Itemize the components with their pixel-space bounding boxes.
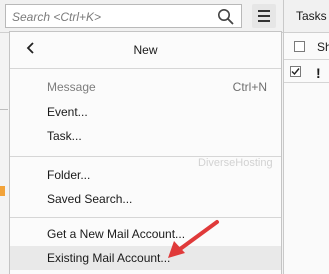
search-placeholder: Search <Ctrl+K> bbox=[12, 10, 102, 24]
new-submenu: New Message Ctrl+N Event... Task... Dive… bbox=[9, 31, 282, 274]
red-pointer-arrow-icon bbox=[168, 220, 219, 258]
menu-header: New bbox=[10, 32, 281, 68]
menu-item-label: Existing Mail Account... bbox=[47, 251, 171, 265]
tab-tasks[interactable]: Tasks bbox=[296, 9, 327, 23]
menu-item-message[interactable]: Message Ctrl+N bbox=[10, 75, 281, 99]
task-list-panel: Sh bbox=[284, 33, 329, 274]
menu-item-task[interactable]: Task... bbox=[10, 124, 281, 148]
task-list-header: Sh bbox=[284, 33, 329, 60]
select-all-checkbox[interactable] bbox=[294, 41, 305, 52]
menu-item-saved-search[interactable]: Saved Search... bbox=[10, 187, 281, 211]
task-checkbox[interactable] bbox=[290, 66, 301, 77]
menu-item-label: Saved Search... bbox=[47, 192, 133, 206]
menu-title: New bbox=[133, 43, 158, 57]
rss-feed-icon bbox=[0, 186, 5, 196]
menu-separator bbox=[10, 217, 281, 218]
hamburger-menu-icon[interactable] bbox=[252, 4, 276, 28]
menu-item-label: Folder... bbox=[47, 168, 91, 182]
menu-item-shortcut: Ctrl+N bbox=[232, 80, 267, 94]
menu-item-event[interactable]: Event... bbox=[10, 100, 281, 124]
menu-item-folder[interactable]: Folder... bbox=[10, 163, 281, 187]
main-toolbar: Search <Ctrl+K> Tasks bbox=[0, 0, 329, 33]
menu-separator bbox=[10, 68, 281, 69]
column-header-show[interactable]: Sh bbox=[317, 40, 329, 54]
menu-item-label: Event... bbox=[47, 105, 88, 119]
priority-flag: ! bbox=[316, 65, 321, 81]
menu-item-label: Message bbox=[47, 80, 96, 94]
search-input[interactable]: Search <Ctrl+K> bbox=[5, 4, 242, 28]
background-divider bbox=[0, 109, 8, 110]
menu-item-get-new-mail-account[interactable]: Get a New Mail Account... bbox=[10, 222, 281, 246]
menu-separator bbox=[10, 156, 281, 157]
magnifier-icon[interactable] bbox=[217, 8, 235, 26]
task-row[interactable] bbox=[284, 60, 329, 83]
menu-item-label: Task... bbox=[47, 129, 82, 143]
menu-item-existing-mail-account[interactable]: Existing Mail Account... bbox=[10, 246, 281, 270]
